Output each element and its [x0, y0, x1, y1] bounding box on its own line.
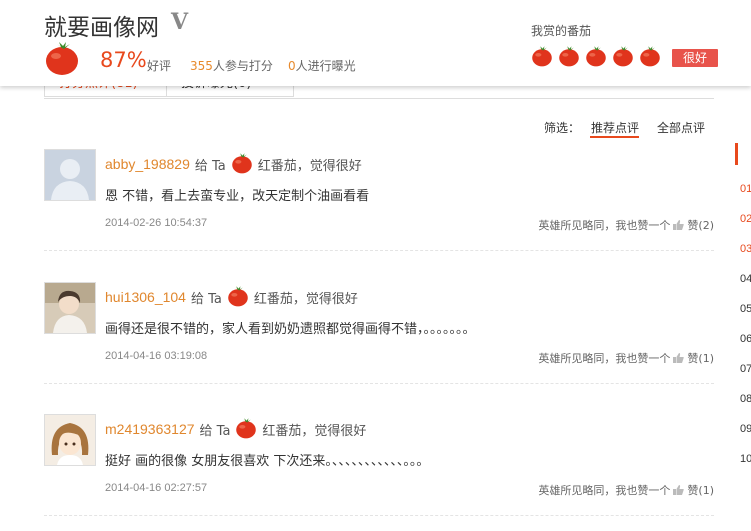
agree-link[interactable]: 英雄所见略同，我也赞一个 — [538, 217, 670, 233]
tomato-icon[interactable] — [558, 45, 580, 67]
like-count[interactable]: 赞(1) — [687, 350, 714, 366]
comment-text: 挺好 画的很像 女朋友很喜欢 下次还来。、、、、、、、、、、、。。。 — [105, 454, 430, 469]
comment-time: 2014-02-26 10:54:37 — [105, 217, 208, 229]
comment-actions: 英雄所见略同，我也赞一个 赞(1) — [538, 482, 714, 498]
like-count[interactable]: 赞(1) — [687, 482, 714, 498]
comment-divider — [44, 515, 714, 516]
participants-count: 355 — [190, 59, 213, 73]
tomato-icon[interactable] — [531, 45, 553, 67]
side-ranking-number[interactable]: 04 — [740, 273, 751, 285]
comment-actions: 英雄所见略同，我也赞一个 赞(1) — [538, 350, 714, 366]
username[interactable]: hui1306_104 — [105, 289, 186, 305]
give-label: 给 Ta — [194, 158, 226, 174]
exposure-count: 0 — [288, 59, 296, 73]
agree-link[interactable]: 英雄所见略同，我也赞一个 — [538, 482, 670, 498]
give-label: 给 Ta — [199, 423, 231, 439]
thumbs-up-icon[interactable] — [673, 353, 685, 363]
side-ranking-number[interactable]: 02 — [740, 213, 751, 225]
tomato-icon[interactable] — [612, 45, 634, 67]
comment-header: abby_198829 给 Ta 红番茄，觉得很好 — [105, 152, 362, 174]
comment-actions: 英雄所见略同，我也赞一个 赞(2) — [538, 217, 714, 233]
my-rating-button[interactable]: 很好 — [672, 49, 718, 67]
tomato-icon — [231, 152, 253, 174]
verified-badge[interactable]: V — [171, 9, 188, 35]
tomato-icon[interactable] — [585, 45, 607, 67]
avatar[interactable] — [44, 414, 96, 466]
tomato-icon — [44, 40, 80, 76]
tomato-icon — [227, 285, 249, 307]
comment-time: 2014-04-16 02:27:57 — [105, 482, 208, 494]
side-ranking-number[interactable]: 07 — [740, 363, 751, 375]
filter-recommended[interactable]: 推荐点评 — [591, 119, 639, 136]
tabs-divider — [44, 98, 714, 99]
side-panel-accent — [735, 143, 738, 165]
avatar[interactable] — [44, 282, 96, 334]
participants-label: 人参与打分 — [212, 59, 273, 73]
thumbs-up-icon[interactable] — [673, 220, 685, 230]
side-ranking-number[interactable]: 05 — [740, 303, 751, 315]
comment-text: 画得还是很不错的，家人看到奶奶遗照都觉得画得不错，。。。。。。。 — [105, 322, 476, 337]
comment-header: m2419363127 给 Ta 红番茄，觉得很好 — [105, 417, 367, 439]
comment-divider — [44, 250, 714, 251]
comment-header: hui1306_104 给 Ta 红番茄，觉得很好 — [105, 285, 358, 307]
rating-percent: 87% — [100, 48, 147, 72]
my-rating-label: 我赏的番茄 — [531, 24, 592, 38]
filter-label: 筛选： — [544, 121, 581, 135]
participants-stat: 355人参与打分 — [190, 57, 273, 74]
username[interactable]: abby_198829 — [105, 156, 190, 172]
side-ranking-number[interactable]: 06 — [740, 333, 751, 345]
verdict: 红番茄，觉得很好 — [257, 158, 362, 174]
filter-all[interactable]: 全部点评 — [657, 119, 705, 136]
shop-header: 就要画像网 V 87% 好评 355人参与打分 0人进行曝光 我赏的番茄 很好 — [0, 0, 751, 86]
comment-divider — [44, 383, 714, 384]
username[interactable]: m2419363127 — [105, 421, 195, 437]
thumbs-up-icon[interactable] — [673, 485, 685, 495]
exposure-stat: 0人进行曝光 — [288, 57, 356, 74]
side-ranking-number[interactable]: 03 — [740, 243, 751, 255]
comment-text: 恩 不错，看上去蛮专业，改天定制个油画看看 — [105, 189, 370, 204]
tomato-icon[interactable] — [639, 45, 661, 67]
avatar[interactable] — [44, 149, 96, 201]
my-rating-tomatoes — [531, 45, 661, 67]
side-ranking-number[interactable]: 09 — [740, 423, 751, 435]
side-ranking-number[interactable]: 01 — [740, 183, 751, 195]
give-label: 给 Ta — [190, 291, 222, 307]
rating-label: 好评 — [147, 59, 172, 73]
comment-time: 2014-04-16 03:19:08 — [105, 350, 208, 362]
side-ranking-number[interactable]: 10 — [740, 453, 751, 465]
like-count[interactable]: 赞(2) — [687, 217, 714, 233]
filter-active-underline — [590, 136, 639, 138]
shop-title: 就要画像网 — [44, 15, 159, 41]
tomato-icon — [235, 417, 257, 439]
verdict: 红番茄，觉得很好 — [253, 291, 358, 307]
exposure-label: 人进行曝光 — [295, 59, 356, 73]
agree-link[interactable]: 英雄所见略同，我也赞一个 — [538, 350, 670, 366]
verdict: 红番茄，觉得很好 — [262, 423, 367, 439]
side-ranking-number[interactable]: 08 — [740, 393, 751, 405]
